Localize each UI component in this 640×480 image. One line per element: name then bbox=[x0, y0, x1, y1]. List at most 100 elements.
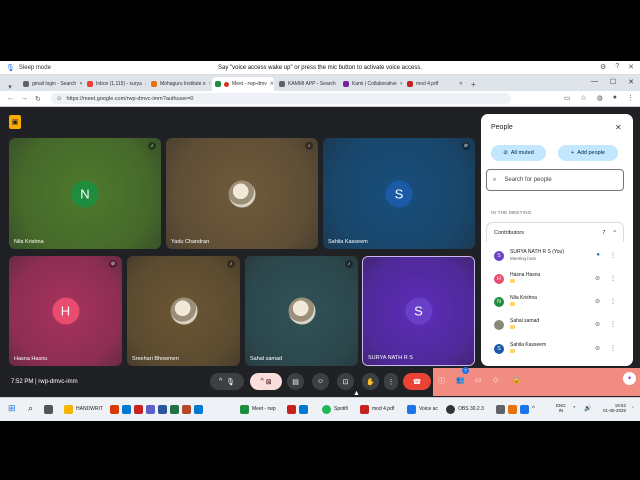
tab-kammi[interactable]: KAMMI APP - Search✕ bbox=[276, 77, 338, 91]
people-list-item[interactable]: H Hasna Hasnu ⊘ ⋮ bbox=[486, 267, 624, 290]
close-icon[interactable]: ✕ bbox=[145, 81, 146, 87]
chevron-up-icon[interactable]: ^ bbox=[613, 230, 616, 236]
participant-tile[interactable]: ♪ Sreehari Bhowmen bbox=[127, 256, 240, 366]
close-icon[interactable]: ✕ bbox=[459, 81, 463, 87]
taskbar-app-pdf[interactable]: mod 4.pdf bbox=[360, 402, 394, 416]
present-button[interactable]: ⊡ bbox=[337, 373, 354, 390]
add-people-button[interactable]: + Add people bbox=[558, 145, 618, 161]
tab-kami[interactable]: Kami | Collaborative ✕ bbox=[340, 77, 402, 91]
wifi-icon[interactable]: ◔ bbox=[572, 405, 576, 411]
close-icon[interactable]: ✕ bbox=[79, 81, 82, 87]
more-vert-icon[interactable]: ⋮ bbox=[610, 275, 616, 282]
mic-off-icon[interactable]: ⊘ bbox=[595, 345, 600, 352]
extension-icon[interactable]: ◍ bbox=[597, 94, 603, 102]
browser-tab-bar: ▾ gmail login - Search ✕ Inbox (1,115) - … bbox=[0, 75, 640, 91]
more-vert-icon[interactable]: ⋮ bbox=[610, 345, 616, 352]
settings-icon[interactable]: ⚙ bbox=[600, 63, 606, 71]
chat-icon[interactable]: ▭ bbox=[475, 376, 482, 384]
clock[interactable]: 19:52 01-05-2025 bbox=[603, 403, 626, 414]
mic-off-icon[interactable]: ⊘ bbox=[595, 321, 600, 328]
tray-icons[interactable]: ^ bbox=[496, 402, 535, 416]
people-list-item[interactable]: N Nila Krishna ⊘ ⋮ bbox=[486, 290, 624, 313]
start-icon[interactable]: ⊞ bbox=[8, 403, 16, 414]
contributors-header[interactable]: Contributors 7 ^ bbox=[486, 222, 624, 242]
hang-up-icon: ☎ bbox=[412, 378, 422, 386]
people-list-item[interactable]: Sahal samad ⊘ ⋮ bbox=[486, 313, 624, 336]
close-icon[interactable]: ✕ bbox=[400, 81, 402, 87]
leave-call-button[interactable]: ☎ bbox=[403, 373, 431, 390]
search-people-input[interactable]: ⌕ Search for people bbox=[486, 169, 624, 191]
host-controls-icon[interactable]: 🔒 bbox=[512, 376, 521, 384]
search-icon[interactable]: ⌕ bbox=[28, 403, 33, 414]
more-vert-icon[interactable]: ⋮ bbox=[610, 252, 616, 259]
taskbar-pinned-apps[interactable] bbox=[110, 402, 203, 416]
camera-toggle-button[interactable]: ^ ⊠ bbox=[250, 373, 282, 390]
chevron-up-icon[interactable]: ^ bbox=[260, 378, 263, 385]
back-icon[interactable]: ← bbox=[7, 95, 14, 102]
gemini-icon[interactable]: ✦ bbox=[623, 372, 636, 385]
mic-off-icon[interactable]: ⊘ bbox=[595, 298, 600, 305]
volume-icon[interactable]: 🔊 bbox=[584, 405, 591, 412]
star-icon[interactable]: ☆ bbox=[580, 94, 586, 102]
close-icon[interactable]: ✕ bbox=[628, 63, 634, 71]
site-info-icon[interactable]: ⊙ bbox=[57, 96, 62, 102]
profile-icon[interactable]: ● bbox=[613, 94, 617, 102]
info-icon[interactable]: ⓘ bbox=[438, 376, 445, 386]
taskbar-app-obs[interactable]: OBS 30.2.3 bbox=[446, 402, 484, 416]
mute-all-button[interactable]: ⊘ All muted bbox=[491, 145, 546, 161]
tab-meet[interactable]: Meet - rwp-dmv ✕ bbox=[212, 77, 274, 91]
camera-in-use-icon[interactable]: ▭ bbox=[564, 94, 571, 102]
maximize-icon[interactable]: ☐ bbox=[610, 78, 616, 86]
reload-icon[interactable]: ↻ bbox=[35, 95, 41, 103]
activities-icon[interactable]: ◇ bbox=[493, 376, 498, 384]
mic-off-icon[interactable]: ⊘ bbox=[595, 275, 600, 282]
people-list-item[interactable]: S Sahila Kasseem ⊘ ⋮ bbox=[486, 337, 624, 360]
people-list-item[interactable]: S SURYA NATH R S (You) Meeting host ● ⋮ bbox=[486, 244, 624, 267]
minimize-icon[interactable]: — bbox=[591, 78, 598, 86]
more-options-button[interactable]: ⋮ bbox=[384, 373, 398, 390]
people-icon[interactable]: 👥 bbox=[456, 376, 465, 384]
app-icon bbox=[287, 404, 296, 414]
taskbar-pinned-apps-2[interactable] bbox=[287, 402, 308, 416]
close-icon[interactable]: ✕ bbox=[270, 81, 274, 87]
menu-icon[interactable]: ⋮ bbox=[627, 94, 634, 102]
help-icon[interactable]: ? bbox=[615, 63, 619, 71]
participant-tile[interactable]: S ⊘ Sahila Kasseem bbox=[323, 138, 475, 249]
tab-gmail[interactable]: gmail login - Search ✕ bbox=[20, 77, 82, 91]
taskbar-app-spotify[interactable]: Spotifi bbox=[322, 402, 348, 416]
participant-tile[interactable]: H ⊘ Hasna Hasnu bbox=[9, 256, 122, 366]
tab-inbox[interactable]: Inbox (1,115) - surya✕ bbox=[84, 77, 146, 91]
mic-toggle-button[interactable]: ^ 🎙 bbox=[210, 373, 244, 390]
url-input[interactable]: ⊙ https://meet.google.com/rwp-dmvc-imm?au… bbox=[50, 93, 511, 104]
participant-tile[interactable]: N ♪ Nila Krishna bbox=[9, 138, 161, 249]
language-indicator[interactable]: ENG IN bbox=[556, 403, 566, 414]
more-vert-icon[interactable]: ⋮ bbox=[610, 321, 616, 328]
participant-tile[interactable]: ♪ Sahal samad bbox=[245, 256, 358, 366]
new-tab-button[interactable]: + bbox=[471, 80, 476, 89]
more-horiz-icon[interactable]: ● bbox=[596, 252, 600, 259]
tab-mohaguru[interactable]: Mohaguru Institute o✕ bbox=[148, 77, 210, 91]
tab-actions-icon[interactable]: ▾ bbox=[0, 83, 20, 91]
forward-icon[interactable]: → bbox=[21, 95, 28, 102]
tab-mod4[interactable]: mod 4.pdf ✕ bbox=[404, 77, 466, 91]
taskbar-app-meet[interactable]: Meet - rwp bbox=[240, 402, 276, 416]
chevron-up-icon[interactable]: ^ bbox=[219, 378, 222, 385]
chevron-up-icon[interactable]: ^ bbox=[532, 406, 535, 412]
taskview-icon[interactable] bbox=[44, 402, 53, 416]
meeting-info: 7:52 PM | rwp-dmvc-imm bbox=[11, 379, 78, 385]
meeting-time: 7:52 PM bbox=[11, 379, 34, 385]
close-panel-icon[interactable]: ✕ bbox=[615, 123, 622, 132]
participant-tile[interactable]: ♪ Yadu Chandran bbox=[166, 138, 318, 249]
taskbar-app-handwrit[interactable]: HANDWRIT bbox=[64, 402, 103, 416]
taskbar-app-voice-access[interactable]: Voice ac bbox=[407, 402, 438, 416]
app-icon bbox=[520, 404, 529, 414]
raise-hand-button[interactable]: ✋ bbox=[362, 373, 379, 390]
notification-icon[interactable]: ◦ bbox=[632, 405, 634, 411]
mic-icon: 🎙 bbox=[226, 378, 236, 386]
participant-tile-self[interactable]: S SURYA NATH R S bbox=[362, 256, 475, 366]
more-vert-icon[interactable]: ⋮ bbox=[610, 298, 616, 305]
close-window-icon[interactable]: ✕ bbox=[628, 78, 634, 86]
captions-button[interactable]: ▤ bbox=[287, 373, 304, 390]
reactions-button[interactable]: ☺ bbox=[312, 373, 329, 390]
close-icon[interactable]: ✕ bbox=[209, 81, 210, 87]
